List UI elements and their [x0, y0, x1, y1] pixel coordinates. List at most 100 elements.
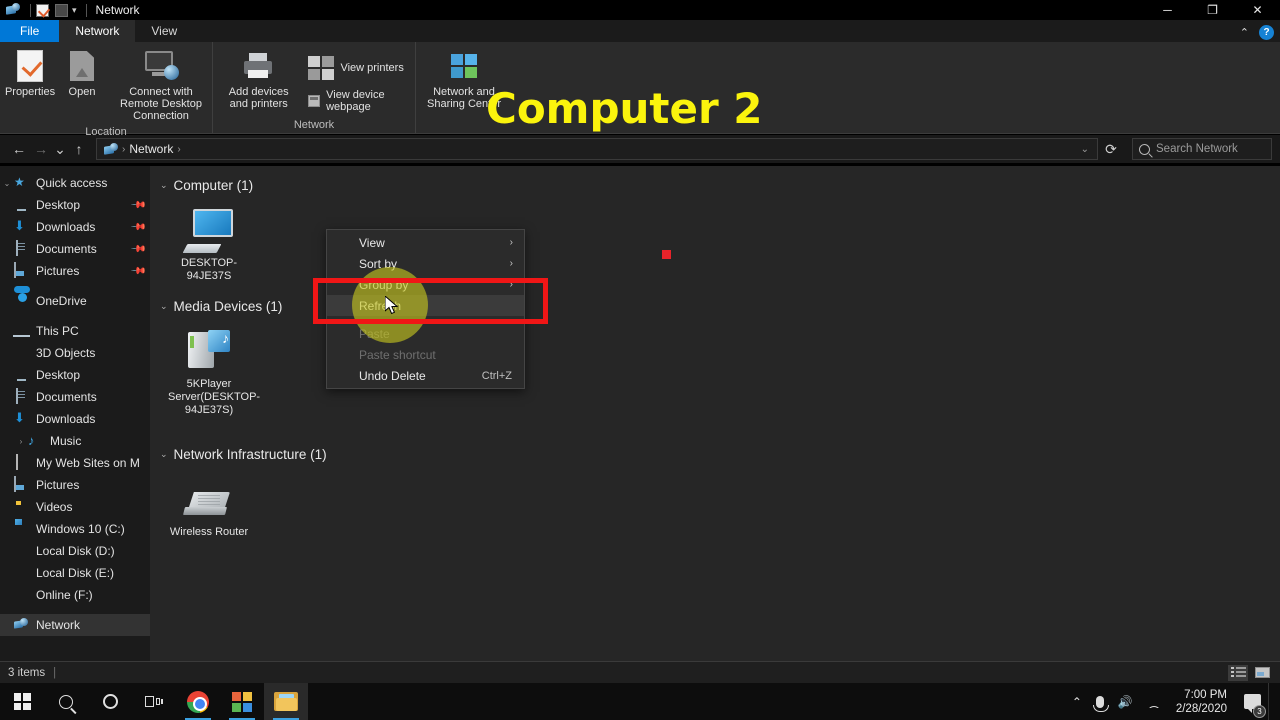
properties-label: Properties [5, 86, 55, 98]
pin-icon[interactable]: 📌 [129, 263, 146, 280]
sidebar-item-label: Desktop [36, 368, 80, 382]
details-view-button[interactable] [1228, 665, 1248, 681]
quick-access-panel-icon[interactable] [55, 4, 68, 17]
tab-file[interactable]: File [0, 20, 59, 42]
cortana-button[interactable] [88, 683, 132, 720]
pin-icon[interactable]: 📌 [129, 197, 146, 214]
sidebar-item-pictures-pc[interactable]: Pictures [0, 474, 150, 496]
sidebar-item-desktop[interactable]: Desktop 📌 [0, 194, 150, 216]
open-button[interactable]: Open [56, 47, 108, 100]
volume-icon[interactable]: 🔊 [1111, 683, 1140, 720]
sidebar-item-label: Online (F:) [36, 588, 93, 602]
maximize-restore-button[interactable]: ❐ [1190, 0, 1235, 20]
tab-network[interactable]: Network [59, 20, 135, 42]
taskbar-item-chrome[interactable] [176, 683, 220, 720]
taskbar-item-microsoft-store[interactable] [220, 683, 264, 720]
breadcrumb[interactable]: › Network › ⌄ [96, 138, 1098, 160]
tray-overflow-button[interactable]: ⌃ [1065, 683, 1089, 720]
list-item-label: Wireless Router [170, 526, 248, 538]
sidebar-item-label: Quick access [36, 176, 107, 190]
view-printers-button[interactable]: View printers [304, 53, 411, 83]
breadcrumb-item-network[interactable]: Network [125, 142, 177, 156]
sidebar-item-videos[interactable]: Videos [0, 496, 150, 518]
sidebar-item-quick-access[interactable]: ⌄ ★ Quick access [0, 172, 150, 194]
action-center-button[interactable]: 3 [1237, 683, 1268, 720]
sidebar-item-downloads-pc[interactable]: ⬇ Downloads [0, 408, 150, 430]
star-icon: ★ [14, 175, 30, 191]
connect-remote-desktop-button[interactable]: Connect with Remote Desktop Connection [108, 47, 214, 124]
quick-access-properties-icon[interactable] [36, 4, 49, 17]
title-bar: ▾ Network ─ ❐ ✕ [0, 0, 1280, 20]
sidebar-item-onedrive[interactable]: OneDrive [0, 290, 150, 312]
collapse-ribbon-icon[interactable]: ⌃ [1240, 26, 1249, 39]
address-dropdown-icon[interactable]: ⌄ [1081, 144, 1093, 155]
large-icons-view-button[interactable] [1252, 665, 1272, 681]
ribbon-tab-strip: File Network View ⌃ ? [0, 20, 1280, 42]
chevron-down-icon[interactable]: ⌄ [0, 179, 14, 188]
sidebar-item-my-web-sites[interactable]: My Web Sites on M [0, 452, 150, 474]
sidebar-item-music[interactable]: › ♪ Music [0, 430, 150, 452]
large-icons-view-icon [1255, 667, 1270, 678]
show-desktop-button[interactable] [1268, 683, 1274, 720]
taskbar-search-button[interactable] [44, 683, 88, 720]
sidebar-group-network: Network [0, 614, 150, 636]
group-header-network-infrastructure[interactable]: ⌄ Network Infrastructure (1) [160, 447, 1280, 462]
tab-view[interactable]: View [135, 20, 193, 42]
context-menu-item-undo-delete[interactable]: Undo Delete Ctrl+Z [327, 365, 524, 386]
pin-icon[interactable]: 📌 [129, 241, 146, 258]
taskbar-item-file-explorer[interactable] [264, 683, 308, 720]
chevron-right-icon[interactable]: › [14, 437, 28, 446]
back-button[interactable]: ← [8, 138, 30, 160]
list-item[interactable]: Wireless Router [166, 466, 252, 543]
quick-access-dropdown-icon[interactable]: ▾ [72, 5, 77, 16]
clock-time: 7:00 PM [1176, 688, 1227, 702]
microphone-icon[interactable] [1089, 683, 1111, 720]
downloads-icon: ⬇ [14, 411, 30, 427]
sidebar-item-downloads[interactable]: ⬇ Downloads 📌 [0, 216, 150, 238]
sidebar-item-windows-10-c[interactable]: Windows 10 (C:) [0, 518, 150, 540]
chevron-down-icon[interactable]: ⌄ [160, 449, 168, 460]
sidebar-item-local-disk-d[interactable]: Local Disk (D:) [0, 540, 150, 562]
clock[interactable]: 7:00 PM 2/28/2020 [1170, 688, 1237, 716]
start-button[interactable] [0, 683, 44, 720]
wifi-icon[interactable] [1140, 683, 1170, 720]
sidebar-item-local-disk-e[interactable]: Local Disk (E:) [0, 562, 150, 584]
close-button[interactable]: ✕ [1235, 0, 1280, 20]
up-button[interactable]: ↑ [68, 138, 90, 160]
sidebar-item-documents[interactable]: Documents 📌 [0, 238, 150, 260]
list-item[interactable]: DESKTOP-94JE37S [166, 197, 252, 287]
search-input[interactable]: Search Network [1132, 138, 1272, 160]
file-list-pane[interactable]: ⌄ Computer (1) DESKTOP-94JE37S ⌄ Media D… [150, 166, 1280, 661]
chevron-down-icon[interactable]: ⌄ [160, 180, 168, 191]
sidebar-item-desktop-pc[interactable]: Desktop [0, 364, 150, 386]
properties-button[interactable]: Properties [4, 47, 56, 100]
breadcrumb-separator-1[interactable]: › [177, 144, 180, 155]
recent-locations-icon[interactable]: ⌄ [52, 138, 68, 160]
sidebar-item-documents-pc[interactable]: Documents [0, 386, 150, 408]
add-devices-printers-button[interactable]: Add devices and printers [217, 47, 300, 112]
context-menu-item-view[interactable]: View › [327, 232, 524, 253]
sidebar-item-online-f[interactable]: Online (F:) [0, 584, 150, 606]
sidebar-item-network[interactable]: Network [0, 614, 150, 636]
sidebar-item-label: Pictures [36, 478, 79, 492]
group-header-computer[interactable]: ⌄ Computer (1) [160, 178, 1280, 193]
view-device-webpage-icon [308, 95, 320, 107]
minimize-button[interactable]: ─ [1145, 0, 1190, 20]
list-item[interactable]: ♪ 5KPlayer Server(DESKTOP-94JE37S) [166, 318, 252, 421]
context-menu-item-sort-by[interactable]: Sort by › [327, 253, 524, 274]
pin-icon[interactable]: 📌 [129, 219, 146, 236]
navigation-pane[interactable]: ⌄ ★ Quick access Desktop 📌 ⬇ Downloads 📌… [0, 166, 150, 661]
clock-date: 2/28/2020 [1176, 702, 1227, 716]
cortana-circle-icon [103, 694, 118, 709]
sidebar-item-pictures[interactable]: Pictures 📌 [0, 260, 150, 282]
chevron-down-icon[interactable]: ⌄ [160, 301, 168, 312]
forward-button[interactable]: → [30, 138, 52, 160]
refresh-button[interactable]: ⟳ [1098, 138, 1124, 160]
sidebar-item-3d-objects[interactable]: 3D Objects [0, 342, 150, 364]
network-sharing-center-icon [451, 49, 477, 83]
view-device-webpage-button[interactable]: View device webpage [304, 86, 411, 116]
sidebar-item-this-pc[interactable]: This PC [0, 320, 150, 342]
help-button[interactable]: ? [1259, 25, 1274, 40]
task-view-button[interactable] [132, 683, 176, 720]
drive-icon [14, 543, 30, 559]
